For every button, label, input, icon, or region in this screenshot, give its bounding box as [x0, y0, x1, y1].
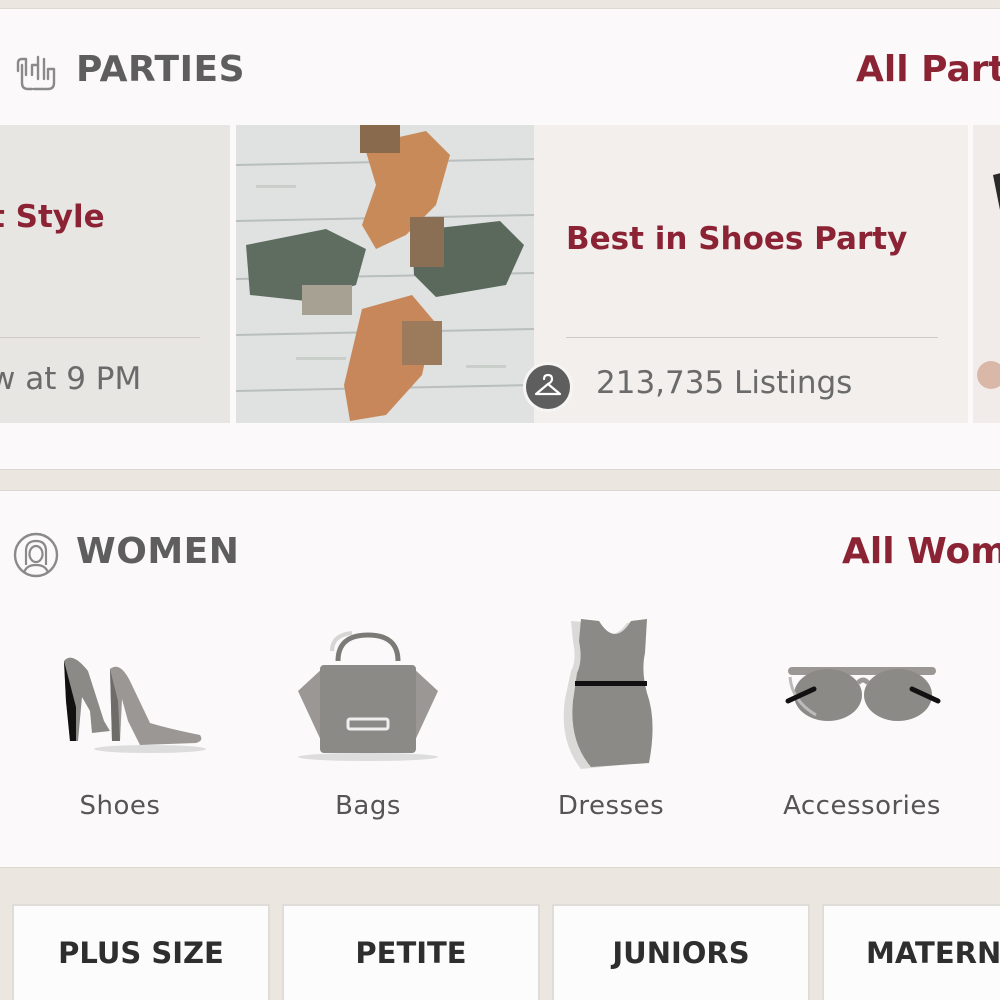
chip-maternity[interactable]: MATERNITY: [822, 904, 1000, 1000]
chip-juniors[interactable]: JUNIORS: [552, 904, 810, 1000]
chip-label: PLUS SIZE: [58, 936, 224, 970]
parties-title: PARTIES: [76, 49, 246, 90]
women-header: WOMEN All Women: [0, 531, 1000, 591]
party-card-subtitle: w at 9 PM: [0, 361, 142, 397]
page: PARTIES All Parties t Style w at 9 PM: [0, 0, 1000, 1000]
category-label: Dresses: [557, 791, 665, 821]
party-card-title: Best in Shoes Party: [566, 221, 908, 257]
party-card-best-in-shoes[interactable]: Best in Shoes Party 213,735 Listings: [236, 125, 968, 423]
high-heels-icon: [64, 657, 206, 753]
hanger-icon: [523, 362, 573, 412]
women-section: WOMEN All Women Shoes: [0, 490, 1000, 868]
party-cover-image: [973, 125, 1000, 423]
women-title: WOMEN: [76, 531, 240, 572]
category-label: Accessories: [783, 791, 941, 821]
chip-label: MATERNITY: [866, 936, 1000, 970]
party-hands-icon: [16, 55, 56, 91]
parties-header: PARTIES All Parties: [0, 49, 1000, 109]
category-dresses[interactable]: Dresses: [491, 611, 731, 831]
party-card-divider: [566, 337, 938, 338]
all-parties-link[interactable]: All Parties: [856, 49, 1000, 90]
party-card[interactable]: t Style w at 9 PM: [0, 125, 230, 423]
chip-label: PETITE: [355, 936, 467, 970]
parties-section: PARTIES All Parties t Style w at 9 PM: [0, 8, 1000, 470]
party-listings-count: 213,735 Listings: [596, 365, 853, 401]
chip-petite[interactable]: PETITE: [282, 904, 540, 1000]
sunglasses-icon: [785, 667, 941, 721]
chip-plus-size[interactable]: PLUS SIZE: [12, 904, 270, 1000]
dress-icon: [563, 619, 653, 769]
category-accessories[interactable]: Accessories: [742, 611, 982, 831]
all-women-link[interactable]: All Women: [842, 531, 1000, 572]
party-cover-image: [236, 125, 534, 423]
chip-label: JUNIORS: [612, 936, 750, 970]
party-card-next[interactable]: [973, 125, 1000, 423]
party-card-title: t Style: [0, 199, 105, 235]
category-label: Bags: [335, 791, 401, 821]
woman-avatar-icon: [13, 532, 59, 578]
category-label: Shoes: [79, 791, 161, 821]
category-bags[interactable]: Bags: [248, 611, 488, 831]
category-shoes[interactable]: Shoes: [0, 611, 240, 831]
party-card-divider: [0, 337, 200, 338]
handbag-icon: [298, 631, 438, 761]
